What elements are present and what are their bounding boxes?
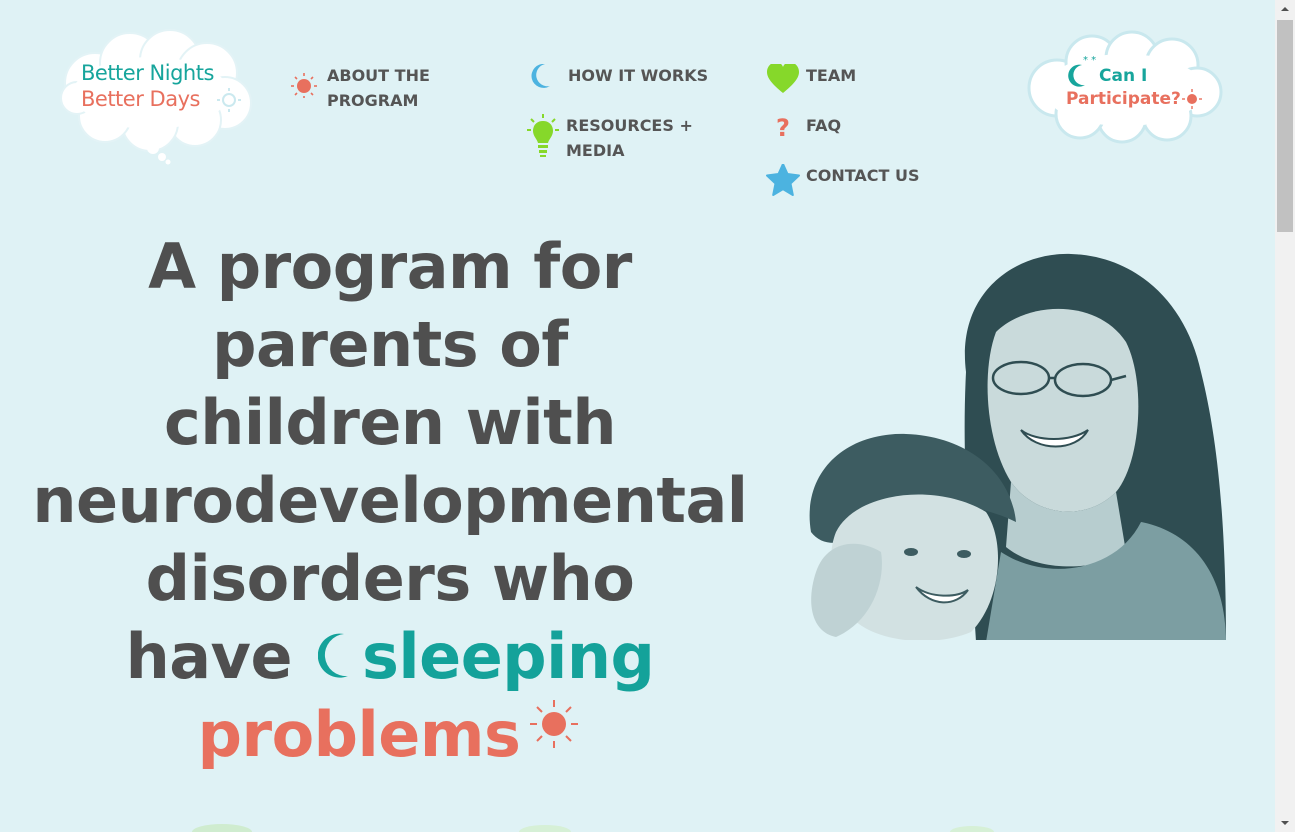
site-logo[interactable]: Better Nights Better Days [55,28,260,168]
scroll-up-arrow-icon[interactable] [1275,0,1295,18]
nav-label-team: TEAM [806,66,857,85]
headline-word-problems: problems [197,698,521,771]
cloud-icon: * * [1027,30,1223,144]
svg-text:?: ? [776,114,790,142]
hero-headline: A program for parents of children with n… [20,228,760,774]
headline-line-6: have sleeping [20,618,760,696]
question-icon: ? [776,114,790,142]
participate-text-line2: Participate? [1066,89,1181,109]
nav-item-about[interactable]: ABOUT THE PROGRAM [287,64,487,113]
nav-label-how-it-works: HOW IT WORKS [568,66,709,85]
moon-icon [318,633,349,678]
vertical-scrollbar[interactable] [1275,0,1295,832]
logo-text-line2: Better Days [81,87,200,111]
headline-line-5: disorders who [145,542,635,615]
nav-item-faq[interactable]: ? FAQ [766,114,966,148]
heart-icon [767,64,799,93]
moon-icon [531,64,550,88]
scroll-down-arrow-icon[interactable] [1275,814,1295,832]
headline-word-sleeping: sleeping [362,620,655,693]
participate-button[interactable]: * * Can I Participate? [1022,30,1227,144]
headline-line-4: neurodevelopmental [32,464,748,537]
sun-icon [530,700,579,748]
nav-item-team[interactable]: TEAM [766,64,966,98]
nav-item-resources-media[interactable]: RESOURCES + MEDIA [526,114,726,163]
headline-line-7: problems [20,696,760,774]
star-icon [766,164,800,196]
page: Better Nights Better Days ABOUT THE PROG… [0,0,1275,832]
headline-line-1: A program for [148,230,632,303]
headline-line-2: parents of [212,308,568,381]
nav-item-how-it-works[interactable]: HOW IT WORKS [528,64,728,98]
headline-line-3: children with [164,386,616,459]
nav-label-faq: FAQ [806,116,842,135]
nav-label-contact: CONTACT US [806,166,920,185]
scrollbar-thumb[interactable] [1277,20,1293,232]
participate-text-line1: Can I [1099,66,1148,86]
headline-word-have: have [125,620,293,693]
nav-label-resources-media: RESOURCES + MEDIA [566,116,693,160]
bottom-decoration [192,824,994,832]
svg-text:* *: * * [1083,55,1096,66]
nav-label-about: ABOUT THE PROGRAM [327,66,430,110]
lightbulb-icon [527,114,559,157]
nav-item-contact[interactable]: CONTACT US [766,164,966,198]
logo-text-line1: Better Nights [81,61,214,85]
hero-photo-mother-child [796,253,1226,642]
sun-icon [291,73,317,98]
